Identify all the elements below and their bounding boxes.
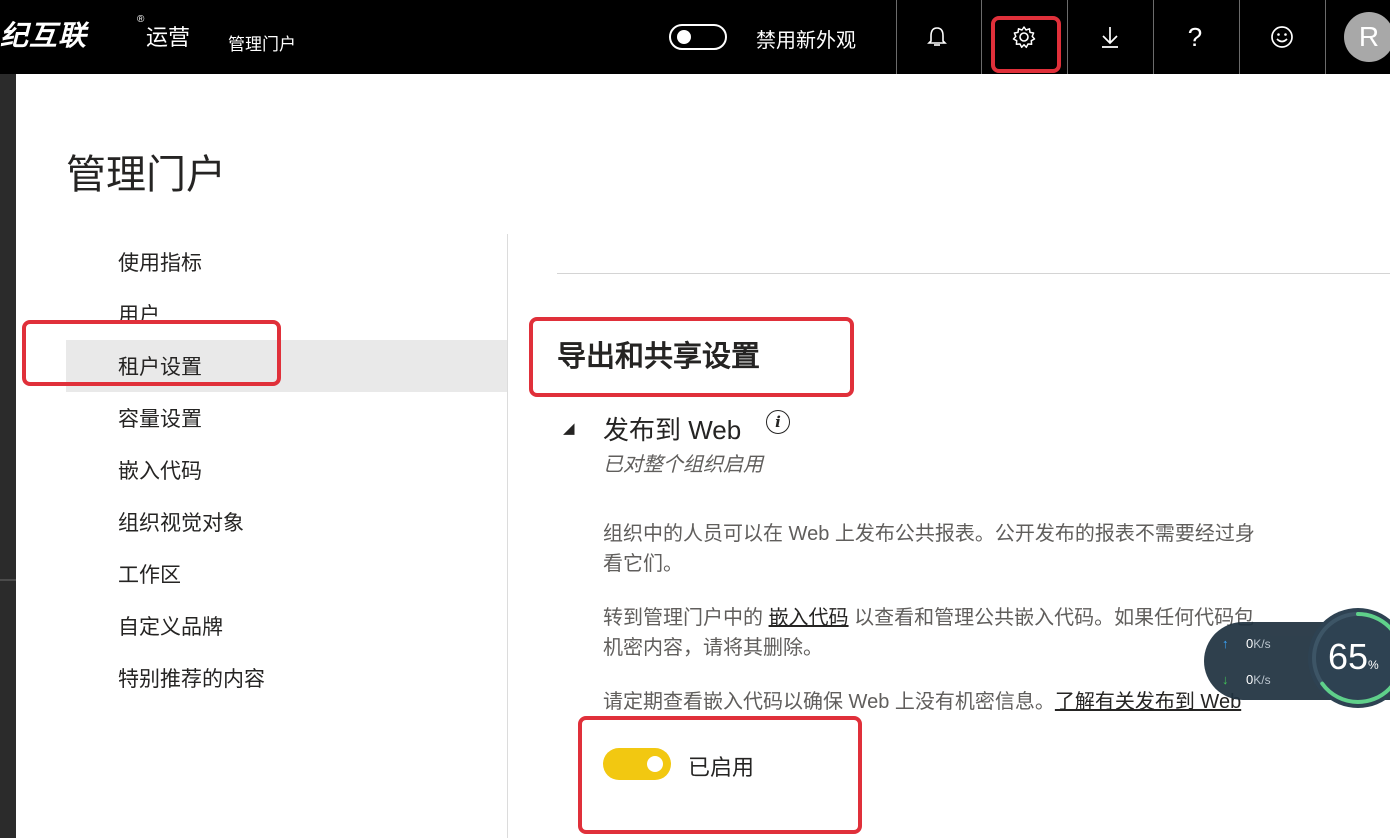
- description-line: 看它们。: [603, 553, 683, 575]
- top-bar: 纪互联 ® 运营 管理门户 禁用新外观 ? R: [0, 0, 1390, 74]
- embed-note-prefix: 转到管理门户中的: [603, 607, 769, 629]
- left-rail: [0, 74, 16, 838]
- nav-divider: [507, 234, 508, 838]
- avatar[interactable]: R: [1344, 12, 1390, 62]
- learn-more-link[interactable]: 了解有关发布到 Web: [1055, 691, 1241, 713]
- rail-marker: [0, 579, 16, 581]
- toolbar-divider: [1067, 0, 1068, 74]
- toggle-knob: [677, 30, 691, 44]
- download-icon[interactable]: [1090, 18, 1130, 56]
- new-look-toggle[interactable]: [669, 24, 727, 50]
- gauge-percent: 65%: [1328, 636, 1379, 678]
- settings-nav: 使用指标 用户 租户设置 容量设置 嵌入代码 组织视觉对象 工作区 自定义品牌 …: [66, 236, 507, 704]
- gauge-percent-sign: %: [1368, 658, 1379, 672]
- bell-icon[interactable]: [917, 18, 957, 56]
- brand-logo: 纪互联: [0, 20, 88, 51]
- setting-status: 已对整个组织启用: [603, 454, 763, 476]
- nav-item-org-visuals[interactable]: 组织视觉对象: [66, 496, 507, 548]
- review-note-text: 请定期查看嵌入代码以确保 Web 上没有机密信息。: [603, 691, 1055, 713]
- help-icon[interactable]: ?: [1175, 18, 1215, 56]
- brand-suffix: 运营: [146, 25, 191, 50]
- info-icon[interactable]: i: [766, 410, 790, 434]
- toolbar-divider: [896, 0, 897, 74]
- nav-item-usage-metrics[interactable]: 使用指标: [66, 236, 507, 288]
- app-name[interactable]: 管理门户: [228, 30, 296, 55]
- page-title: 管理门户: [66, 153, 226, 197]
- download-arrow-icon: ↓: [1222, 672, 1229, 687]
- upload-arrow-icon: ↑: [1222, 636, 1229, 651]
- toolbar-divider: [1325, 0, 1326, 74]
- collapse-caret-icon[interactable]: ◢: [563, 419, 575, 437]
- gauge-percent-value: 65: [1328, 636, 1369, 677]
- registered-mark: ®: [137, 14, 145, 25]
- nav-item-capacity-settings[interactable]: 容量设置: [66, 392, 507, 444]
- publish-web-toggle-label: 已启用: [688, 755, 755, 780]
- setting-title[interactable]: 发布到 Web: [603, 410, 741, 447]
- download-speed: ↓ 0K/s: [1222, 672, 1271, 687]
- embed-note-suffix: 以查看和管理公共嵌入代码。如果任何代码包: [848, 607, 1255, 629]
- toolbar-divider: [1153, 0, 1154, 74]
- publish-web-toggle[interactable]: [603, 748, 671, 780]
- nav-item-users[interactable]: 用户: [66, 288, 507, 340]
- download-unit: K/s: [1253, 673, 1271, 687]
- content-divider: [557, 273, 1390, 274]
- upload-speed: ↑ 0K/s: [1222, 636, 1271, 651]
- section-title: 导出和共享设置: [557, 341, 761, 373]
- toggle-knob: [647, 756, 663, 772]
- upload-unit: K/s: [1253, 637, 1271, 651]
- smiley-icon[interactable]: [1262, 18, 1302, 56]
- new-look-toggle-label[interactable]: 禁用新外观: [756, 24, 856, 53]
- toolbar-divider: [1239, 0, 1240, 74]
- embed-codes-link[interactable]: 嵌入代码: [769, 607, 849, 629]
- nav-item-custom-branding[interactable]: 自定义品牌: [66, 600, 507, 652]
- nav-item-workspaces[interactable]: 工作区: [66, 548, 507, 600]
- toolbar-divider: [981, 0, 982, 74]
- nav-item-featured-content[interactable]: 特别推荐的内容: [66, 652, 507, 704]
- nav-item-embed-codes[interactable]: 嵌入代码: [66, 444, 507, 496]
- gear-icon[interactable]: [1004, 18, 1044, 56]
- setting-description: 组织中的人员可以在 Web 上发布公共报表。公开发布的报表不需要经过身 看它们。: [603, 519, 1390, 579]
- description-line: 组织中的人员可以在 Web 上发布公共报表。公开发布的报表不需要经过身: [603, 523, 1255, 545]
- nav-item-tenant-settings[interactable]: 租户设置: [66, 340, 507, 392]
